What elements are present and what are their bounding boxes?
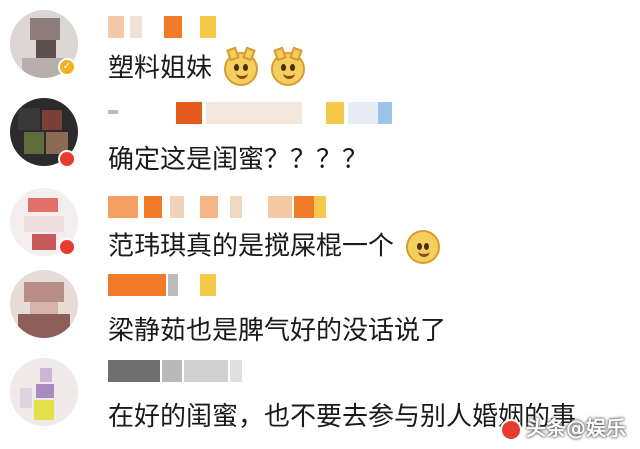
comment-text-content: 确定这是闺蜜？？？？	[108, 145, 369, 175]
comment-item: ✓ 塑料姐妹	[0, 0, 640, 90]
comment-text-content: 梁静茹也是脾气好的没话说了	[108, 316, 447, 346]
blurred-username[interactable]	[108, 196, 328, 218]
verified-badge-icon	[58, 150, 76, 168]
comment-text: 确定这是闺蜜？？？？	[108, 145, 368, 175]
comment-text: 范玮琪真的是搅屎棍一个	[108, 230, 441, 264]
blurred-username[interactable]	[108, 360, 268, 382]
doge-icon	[270, 46, 305, 86]
comment-item: 确定这是闺蜜？？？？	[0, 90, 640, 182]
blurred-username[interactable]	[108, 16, 228, 38]
comment-text-content: 范玮琪真的是搅屎棍一个	[108, 231, 395, 262]
verified-badge-icon	[58, 238, 76, 256]
comment-text: 梁静茹也是脾气好的没话说了	[108, 316, 446, 346]
watermark: 头条@娱乐	[500, 412, 626, 441]
blurred-username[interactable]	[108, 102, 408, 124]
verified-badge-icon: ✓	[58, 58, 76, 76]
doge-icon	[224, 46, 259, 86]
toutiao-logo-icon	[500, 418, 522, 441]
avatar[interactable]	[10, 270, 78, 338]
avatar[interactable]	[10, 358, 78, 426]
comment-item: 在好的闺蜜，也不要去参与别人婚姻的事 头条@娱乐	[0, 354, 640, 449]
comment-text-content: 塑料姐妹	[108, 53, 213, 84]
smile-icon	[406, 230, 441, 264]
comment-text: 塑料姐妹	[108, 46, 305, 86]
blurred-username[interactable]	[108, 274, 228, 296]
comment-item: 范玮琪真的是搅屎棍一个	[0, 182, 640, 266]
watermark-text: 头条@娱乐	[526, 416, 626, 440]
comment-item: 梁静茹也是脾气好的没话说了	[0, 266, 640, 354]
